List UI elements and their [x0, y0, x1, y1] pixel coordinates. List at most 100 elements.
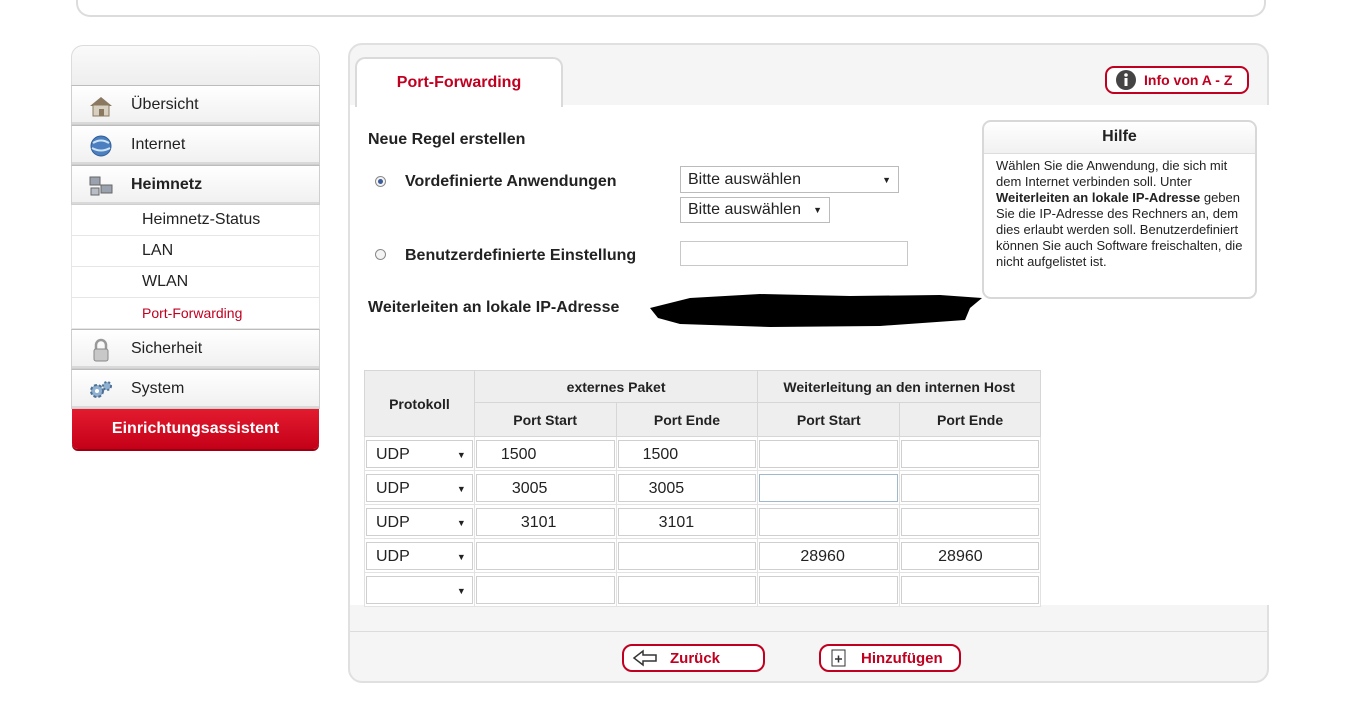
help-text-part: Wählen Sie die Anwendung, die sich mit d…: [996, 158, 1228, 189]
protocol-select[interactable]: ▼: [366, 575, 473, 604]
add-document-icon: [831, 649, 846, 667]
chevron-down-icon: ▼: [456, 483, 466, 494]
application-select[interactable]: Bitte auswählen ▼: [680, 166, 899, 193]
sidebar-subitem-wlan[interactable]: WLAN: [71, 267, 320, 298]
footer-divider: [350, 631, 1267, 632]
network-icon: [89, 176, 113, 196]
sidebar-item-system[interactable]: System: [71, 369, 320, 409]
ext-port-end-input[interactable]: [617, 575, 757, 604]
sidebar-item-label: Heimnetz: [131, 176, 203, 193]
sidebar-header: [71, 45, 320, 85]
setup-wizard-button[interactable]: Einrichtungsassistent: [72, 409, 319, 449]
chevron-down-icon: ▼: [456, 517, 466, 528]
int-port-start-input[interactable]: [759, 507, 899, 536]
sidebar-subitem-lan[interactable]: LAN: [71, 236, 320, 267]
chevron-down-icon: ▼: [456, 449, 466, 460]
ext-port-start-input[interactable]: [475, 575, 615, 604]
sidebar-item-label: Übersicht: [131, 96, 199, 113]
ext-port-end-input[interactable]: [617, 541, 757, 570]
help-title: Hilfe: [984, 122, 1255, 154]
sidebar-item-label: Internet: [131, 136, 186, 153]
application-select-value: Bitte auswählen: [688, 170, 801, 188]
int-port-start-input[interactable]: [759, 439, 899, 468]
help-box: Hilfe Wählen Sie die Anwendung, die sich…: [982, 120, 1257, 299]
info-icon: [1116, 70, 1136, 90]
header-ext-port-end: Port Ende: [615, 402, 759, 437]
int-port-end-input[interactable]: [901, 473, 1039, 502]
header-internal-host: Weiterleitung an den internen Host: [757, 370, 1041, 403]
label-custom: Benutzerdefinierte Einstellung: [405, 247, 637, 264]
top-bar: [76, 0, 1266, 17]
protocol-value: UDP: [376, 445, 410, 463]
table-row: UDP ▼ 3101 3101: [364, 504, 1041, 539]
protocol-select[interactable]: UDP ▼: [366, 507, 473, 536]
int-port-start-input[interactable]: 28960: [759, 541, 899, 570]
sidebar-item-uebersicht[interactable]: Übersicht: [71, 85, 320, 125]
int-port-end-input[interactable]: [901, 439, 1039, 468]
sidebar-item-label: Sicherheit: [131, 340, 203, 357]
header-int-port-start: Port Start: [757, 402, 901, 437]
ext-port-end-input[interactable]: 3101: [617, 507, 757, 536]
custom-setting-input[interactable]: [680, 241, 908, 266]
chevron-down-icon: ▼: [813, 205, 822, 215]
int-port-start-input[interactable]: [759, 473, 899, 502]
table-row: UDP ▼ 28960 28960: [364, 538, 1041, 573]
int-port-start-input[interactable]: [759, 575, 899, 604]
back-button-label: Zurück: [670, 649, 721, 667]
info-a-z-button[interactable]: Info von A - Z: [1105, 66, 1249, 94]
sidebar-item-label: System: [131, 380, 185, 397]
tab-port-forwarding[interactable]: Port-Forwarding: [355, 57, 563, 107]
protocol-value: UDP: [376, 479, 410, 497]
add-button-label: Hinzufügen: [861, 649, 943, 667]
ext-port-start-input[interactable]: 3101: [475, 507, 615, 536]
application-subselect-value: Bitte auswählen: [688, 201, 801, 218]
header-int-port-end: Port Ende: [899, 402, 1041, 437]
chevron-down-icon: ▼: [882, 174, 891, 185]
lock-icon: [93, 338, 109, 362]
sidebar-item-internet[interactable]: Internet: [71, 125, 320, 165]
ext-port-start-input[interactable]: 1500: [475, 439, 615, 468]
label-predefined: Vordefinierte Anwendungen: [405, 173, 617, 190]
header-external-packet: externes Paket: [473, 370, 759, 403]
redacted-ip-address: [650, 294, 982, 327]
info-button-label: Info von A - Z: [1144, 72, 1233, 88]
chevron-down-icon: ▼: [456, 585, 466, 596]
header-protocol: Protokoll: [364, 370, 475, 437]
application-subselect[interactable]: Bitte auswählen ▼: [680, 197, 830, 223]
globe-icon: [90, 135, 112, 157]
radio-predefined[interactable]: [375, 176, 386, 187]
protocol-select[interactable]: UDP ▼: [366, 541, 473, 570]
ext-port-start-input[interactable]: 3005: [475, 473, 615, 502]
sidebar: Übersicht Internet Heimnetz Heimnetz-Sta…: [71, 45, 320, 449]
int-port-end-input[interactable]: 28960: [901, 541, 1039, 570]
port-table: Protokoll externes Paket Weiterleitung a…: [364, 370, 1041, 607]
protocol-select[interactable]: UDP ▼: [366, 439, 473, 468]
ext-port-end-input[interactable]: 1500: [617, 439, 757, 468]
protocol-value: UDP: [376, 513, 410, 531]
sidebar-item-sicherheit[interactable]: Sicherheit: [71, 329, 320, 369]
protocol-value: UDP: [376, 547, 410, 565]
sidebar-subitem-heimnetz-status[interactable]: Heimnetz-Status: [71, 205, 320, 236]
gears-icon: [90, 381, 112, 398]
arrow-left-icon: [632, 649, 657, 667]
help-text: Wählen Sie die Anwendung, die sich mit d…: [984, 154, 1255, 274]
int-port-end-input[interactable]: [901, 575, 1039, 604]
ext-port-start-input[interactable]: [475, 541, 615, 570]
add-button[interactable]: Hinzufügen: [819, 644, 961, 672]
table-row: UDP ▼ 1500 1500: [364, 436, 1041, 471]
protocol-select[interactable]: UDP ▼: [366, 473, 473, 502]
home-icon: [90, 97, 112, 117]
chevron-down-icon: ▼: [456, 551, 466, 562]
sidebar-subitem-port-forwarding[interactable]: Port-Forwarding: [71, 298, 320, 329]
table-row: UDP ▼ 3005 3005: [364, 470, 1041, 505]
sidebar-item-heimnetz[interactable]: Heimnetz: [71, 165, 320, 205]
back-button[interactable]: Zurück: [622, 644, 765, 672]
new-rule-heading: Neue Regel erstellen: [368, 131, 526, 148]
help-text-bold: Weiterleiten an lokale IP-Adresse: [996, 190, 1201, 205]
forward-ip-label: Weiterleiten an lokale IP-Adresse: [368, 299, 620, 316]
header-ext-port-start: Port Start: [473, 402, 617, 437]
ext-port-end-input[interactable]: 3005: [617, 473, 757, 502]
table-row: ▼: [364, 572, 1041, 607]
radio-custom[interactable]: [375, 249, 386, 260]
int-port-end-input[interactable]: [901, 507, 1039, 536]
